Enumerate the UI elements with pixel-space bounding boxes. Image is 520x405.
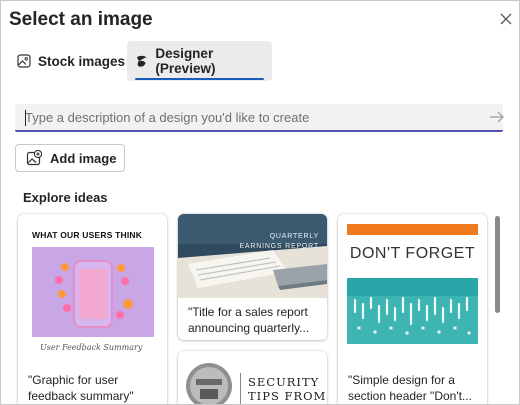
- selected-tab-indicator: [135, 78, 264, 80]
- scrollbar-thumb[interactable]: [495, 216, 500, 313]
- explore-ideas-heading: Explore ideas: [23, 190, 108, 205]
- design-description-field[interactable]: [15, 104, 506, 132]
- arrow-right-icon[interactable]: [488, 108, 506, 126]
- card-image-heading: DON'T FORGET: [349, 245, 476, 262]
- card-image-heading: QUARTERLY EARNINGS REPORT: [239, 233, 319, 250]
- card-image-signature: User Feedback Summary: [40, 343, 143, 352]
- designer-icon: [136, 55, 147, 67]
- add-image-label: Add image: [50, 150, 117, 166]
- card-divider: [240, 373, 241, 404]
- design-description-input[interactable]: [15, 104, 473, 130]
- idea-caption: "Simple design for a section header "Don…: [348, 373, 472, 403]
- image-icon: [17, 54, 31, 68]
- security-illustration: [186, 363, 232, 404]
- card-image-heading: WHAT OUR USERS THINK: [32, 230, 143, 240]
- teal-pattern-illustration: [347, 278, 478, 344]
- tab-stock-images[interactable]: Stock images: [9, 41, 133, 81]
- tab-label: Designer (Preview): [155, 46, 216, 76]
- dialog-title: Select an image: [9, 9, 153, 30]
- earnings-illustration: [178, 214, 327, 298]
- card-image-heading: SECURITY TIPS FROM: [248, 375, 327, 403]
- idea-card-user-feedback[interactable]: WHAT OUR USERS THINK User Feedback Summa…: [18, 214, 167, 404]
- feedback-illustration: [32, 247, 154, 337]
- select-image-dialog: Select an image Stock images Designer (P…: [0, 0, 520, 405]
- close-icon[interactable]: [497, 10, 515, 28]
- text-cursor: [25, 110, 26, 126]
- idea-caption: "Title for a sales report announcing qua…: [188, 305, 310, 335]
- orange-header-bar: [347, 224, 478, 235]
- idea-caption: "Graphic for user feedback summary": [28, 373, 134, 403]
- idea-card-security-tips[interactable]: SECURITY TIPS FROM: [178, 351, 327, 404]
- idea-card-dont-forget[interactable]: DON'T FORGET "Simple design for a sectio…: [338, 214, 487, 404]
- idea-card-quarterly-earnings[interactable]: QUARTERLY EARNINGS REPORT "Title for a s…: [178, 214, 327, 340]
- add-image-button[interactable]: Add image: [15, 144, 125, 172]
- image-add-icon: [26, 150, 42, 166]
- tab-designer-preview[interactable]: Designer (Preview): [127, 41, 272, 81]
- tab-label: Stock images: [38, 53, 126, 69]
